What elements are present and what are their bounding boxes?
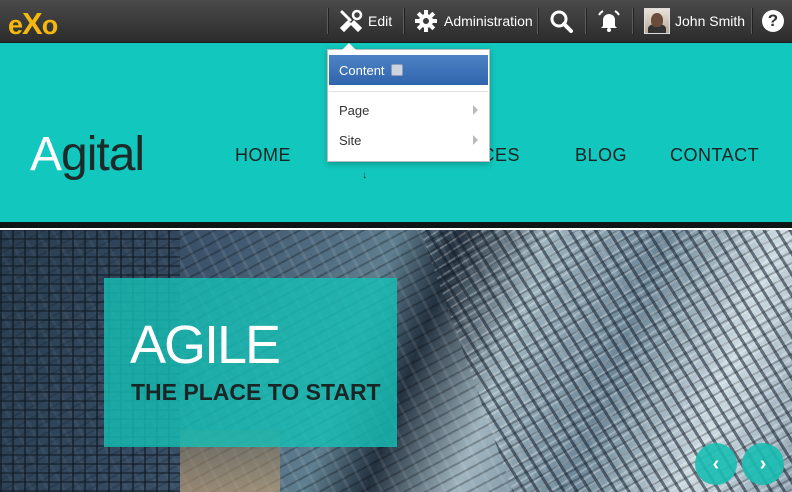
menu-divider: [329, 91, 488, 92]
chevron-right-icon: [473, 135, 478, 145]
edit-label: Edit: [368, 13, 393, 29]
menu-item-label: Site: [339, 132, 362, 148]
search-icon: [550, 10, 573, 33]
hero-title: AGILE: [130, 315, 281, 375]
nav-contact[interactable]: CONTACT: [670, 145, 759, 166]
slider-next-button[interactable]: ›: [742, 443, 784, 485]
toolbar-separator: [403, 8, 405, 34]
top-toolbar: eXo Edit Administration John Smith ?: [0, 0, 792, 43]
user-menu-button[interactable]: John Smith: [644, 0, 745, 42]
toolbar-separator: [632, 8, 634, 34]
search-button[interactable]: [549, 0, 573, 42]
menu-item-content[interactable]: Content: [329, 55, 488, 85]
menu-item-site[interactable]: Site: [329, 126, 488, 154]
site-brand-logo[interactable]: Agital: [30, 127, 145, 182]
exo-logo[interactable]: eXo: [8, 6, 58, 42]
hero-subtitle: THE PLACE TO START: [131, 379, 381, 405]
gear-icon: [415, 10, 437, 32]
toolbar-separator: [327, 8, 329, 34]
toolbar-separator: [537, 8, 539, 34]
help-icon: ?: [762, 10, 784, 32]
brand-rest: gital: [61, 128, 145, 181]
nav-blog[interactable]: BLOG: [575, 145, 627, 166]
edit-menu-button[interactable]: Edit: [338, 0, 392, 42]
chevron-right-icon: ›: [759, 452, 767, 475]
menu-item-page[interactable]: Page: [329, 96, 488, 124]
checkbox-icon[interactable]: [390, 64, 403, 76]
tools-icon: [339, 9, 363, 33]
chevron-right-icon: [473, 105, 478, 115]
administration-label: Administration: [444, 13, 533, 29]
brand-first-letter: A: [30, 128, 62, 181]
user-name: John Smith: [675, 13, 746, 29]
chevron-left-icon: ‹: [712, 452, 720, 475]
nav-home[interactable]: HOME: [235, 145, 291, 166]
logo-e: e: [8, 10, 23, 40]
help-button[interactable]: ?: [762, 0, 784, 42]
toolbar-separator: [585, 8, 587, 34]
logo-o: o: [41, 10, 58, 40]
logo-x: X: [22, 6, 43, 41]
building-right: [420, 230, 792, 492]
administration-button[interactable]: Administration: [414, 0, 533, 42]
notifications-button[interactable]: [596, 0, 622, 42]
edit-dropdown-menu: Content Page Site: [327, 43, 490, 162]
mouse-cursor-icon: ↓: [362, 170, 367, 181]
avatar: [644, 8, 670, 34]
menu-item-label: Content: [339, 62, 385, 78]
slider-prev-button[interactable]: ‹: [695, 443, 737, 485]
menu-item-label: Page: [339, 102, 370, 118]
toolbar-separator: [751, 8, 753, 34]
hero-caption-box: AGILE THE PLACE TO START: [104, 278, 397, 447]
bell-icon: [598, 10, 620, 32]
